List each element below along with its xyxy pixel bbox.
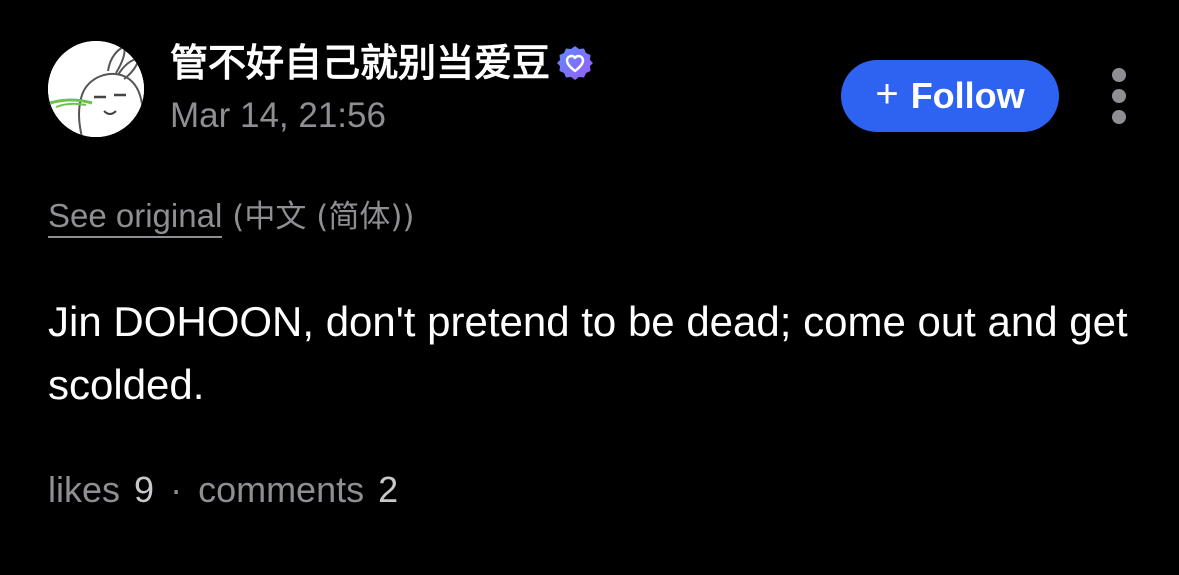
post-timestamp: Mar 14, 21:56 [170, 96, 386, 135]
comments-count: 2 [378, 469, 399, 510]
vertical-ellipsis-icon [1112, 68, 1126, 82]
see-original-link[interactable]: See original [48, 197, 223, 238]
verified-badge-icon [556, 44, 594, 82]
original-language-note: (中文 (简体)) [232, 199, 415, 235]
author-name[interactable]: 管不好自己就别当爱豆 [170, 38, 550, 88]
stats-separator: · [170, 469, 183, 510]
more-options-button[interactable] [1099, 64, 1139, 128]
vertical-ellipsis-icon [1112, 89, 1126, 103]
author-name-row: 管不好自己就别当爱豆 [170, 38, 594, 88]
post-card: 管不好自己就别当爱豆 Mar 14, 21:56 + Follow See or… [0, 0, 1179, 575]
translation-row: See original (中文 (简体)) [48, 194, 415, 239]
author-avatar[interactable] [48, 41, 144, 137]
likes-label[interactable]: likes [48, 468, 120, 512]
follow-button-label: Follow [910, 75, 1025, 116]
likes-count: 9 [134, 469, 155, 510]
follow-button[interactable]: + Follow [841, 60, 1059, 132]
cartoon-bunny-avatar-icon [48, 41, 144, 137]
plus-icon: + [875, 72, 899, 116]
vertical-ellipsis-icon [1112, 110, 1126, 124]
post-stats: likes 9 · comments 2 [48, 468, 398, 512]
post-body-text: Jin DOHOON, don't pretend to be dead; co… [48, 298, 1128, 408]
comments-label[interactable]: comments [198, 468, 364, 512]
